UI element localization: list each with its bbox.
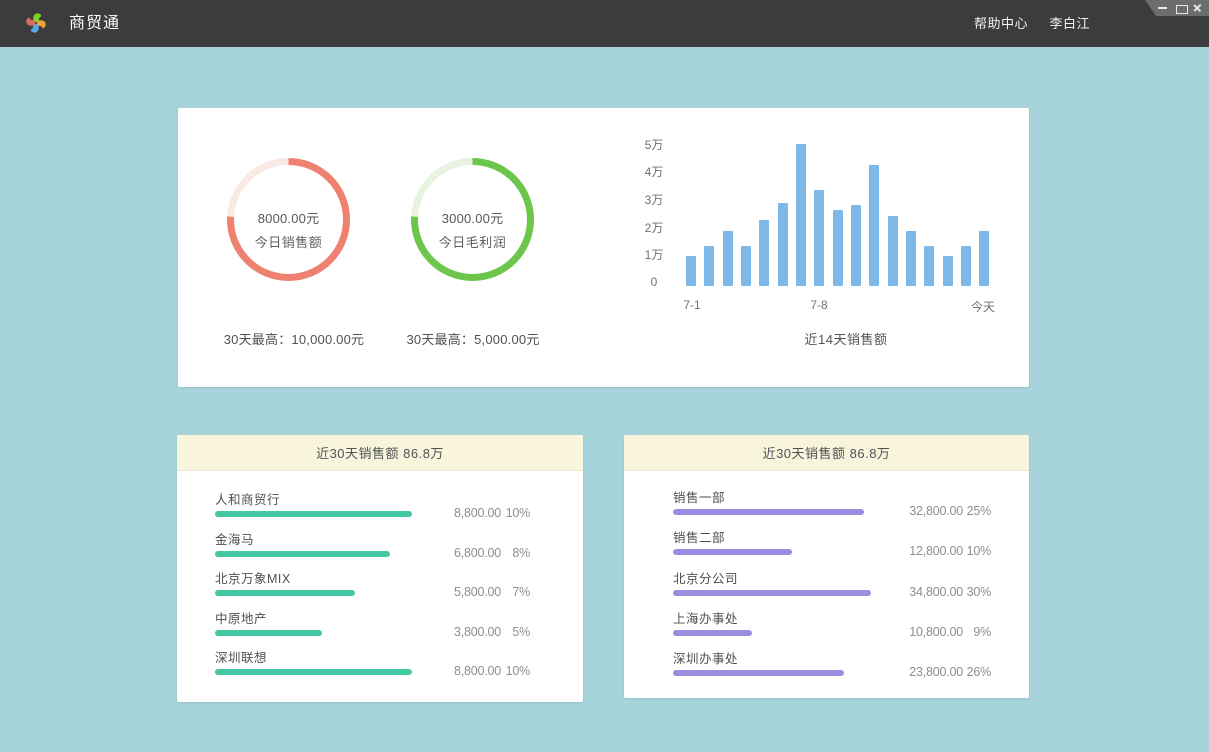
- chart-bar: [741, 246, 751, 286]
- rank-row: 金海马 6,800.00 8%: [177, 530, 583, 570]
- rank-percent: 30%: [967, 582, 991, 602]
- chart-bar: [961, 246, 971, 286]
- rank-percent: 25%: [967, 501, 991, 521]
- rank-name: 销售一部: [673, 488, 725, 508]
- rank-bar: [673, 590, 871, 596]
- rank-value: 12,800.00: [909, 541, 963, 561]
- rank-row: 人和商贸行 8,800.00 10%: [177, 490, 583, 530]
- chart-bar: [979, 231, 989, 286]
- rank-name: 销售二部: [673, 528, 725, 548]
- rank-value: 8,800.00: [454, 503, 501, 523]
- rank-name: 北京分公司: [673, 569, 738, 589]
- profit-gauge: 3000.00元 今日毛利润: [411, 158, 534, 281]
- chart-bar: [686, 256, 696, 286]
- rank-name: 深圳办事处: [673, 649, 738, 669]
- today-sales-value: 8000.00元: [227, 208, 350, 227]
- y-tick: 5万: [634, 139, 674, 151]
- chart-bar: [814, 190, 824, 286]
- rank-value: 34,800.00: [909, 582, 963, 602]
- department-rank-card: 近30天销售额 86.8万 销售一部 32,800.00 25% 销售二部 12…: [624, 435, 1029, 698]
- y-tick: 0: [634, 276, 674, 288]
- today-profit-value: 3000.00元: [411, 208, 534, 227]
- y-tick: 3万: [634, 194, 674, 206]
- x-tick-middle: 7-8: [810, 298, 827, 312]
- rank-name: 北京万象MIX: [215, 569, 291, 589]
- chart-bar: [723, 231, 733, 286]
- menu-current-user[interactable]: 李白江: [1049, 0, 1090, 47]
- rank-name: 人和商贸行: [215, 490, 280, 510]
- chart-bar: [833, 210, 843, 286]
- chart-bar: [759, 220, 769, 286]
- rank-bar: [673, 509, 864, 515]
- rank-percent: 26%: [967, 662, 991, 682]
- minimize-icon[interactable]: [1155, 0, 1171, 16]
- rank-percent: 10%: [506, 661, 530, 681]
- app-title: 商贸通: [69, 0, 120, 47]
- rank-percent: 10%: [506, 503, 530, 523]
- rank-row: 销售二部 12,800.00 10%: [624, 528, 1029, 568]
- chart-bar: [704, 246, 714, 286]
- trend-caption: 近14天销售额: [696, 329, 996, 348]
- rank-bar: [215, 669, 412, 675]
- x-tick-first: 7-1: [683, 298, 700, 312]
- app-logo-pinwheel-icon: [24, 11, 48, 35]
- rank-bar: [673, 630, 752, 636]
- rank-name: 中原地产: [215, 609, 267, 629]
- window-controls: [1145, 0, 1209, 16]
- rank-percent: 7%: [512, 582, 530, 602]
- today-profit-label: 今日毛利润: [411, 232, 534, 251]
- rank-value: 32,800.00: [909, 501, 963, 521]
- chart-bar: [796, 144, 806, 286]
- rank-value: 23,800.00: [909, 662, 963, 682]
- rank-name: 深圳联想: [215, 648, 267, 668]
- close-icon[interactable]: [1190, 0, 1206, 16]
- rank-bar: [215, 590, 355, 596]
- rank-row: 北京分公司 34,800.00 30%: [624, 569, 1029, 609]
- rank-bar: [673, 549, 792, 555]
- customer-rank-card: 近30天销售额 86.8万 人和商贸行 8,800.00 10% 金海马 6,8…: [177, 435, 583, 702]
- y-tick: 2万: [634, 222, 674, 234]
- rank-card-title: 近30天销售额 86.8万: [624, 435, 1029, 471]
- rank-name: 上海办事处: [673, 609, 738, 629]
- rank-row: 销售一部 32,800.00 25%: [624, 488, 1029, 528]
- chart-bar: [869, 165, 879, 286]
- rank-percent: 5%: [512, 622, 530, 642]
- today-sales-label: 今日销售额: [227, 232, 350, 251]
- rank-bar: [673, 670, 844, 676]
- rank-row: 上海办事处 10,800.00 9%: [624, 609, 1029, 649]
- summary-card: 8000.00元 今日销售额 30天最高：10,000.00元 3000.00元…: [178, 108, 1029, 387]
- menu-help-center[interactable]: 帮助中心: [974, 0, 1028, 47]
- y-tick: 1万: [634, 249, 674, 261]
- chart-bar: [924, 246, 934, 286]
- rank-card-title: 近30天销售额 86.8万: [177, 435, 583, 471]
- chart-bar: [943, 256, 953, 286]
- profit-30day-max: 30天最高：5,000.00元: [323, 329, 623, 348]
- rank-row: 深圳办事处 23,800.00 26%: [624, 649, 1029, 689]
- rank-name: 金海马: [215, 530, 254, 550]
- rank-percent: 10%: [967, 541, 991, 561]
- rank-bar: [215, 551, 390, 557]
- chart-bar: [778, 203, 788, 286]
- chart-bar: [906, 231, 916, 286]
- rank-value: 6,800.00: [454, 543, 501, 563]
- rank-bar: [215, 630, 322, 636]
- rank-value: 3,800.00: [454, 622, 501, 642]
- sales-gauge: 8000.00元 今日销售额: [227, 158, 350, 281]
- rank-row: 深圳联想 8,800.00 10%: [177, 648, 583, 688]
- rank-value: 10,800.00: [909, 622, 963, 642]
- x-tick-last: 今天: [971, 298, 995, 315]
- title-bar: 商贸通 帮助中心 李白江: [0, 0, 1209, 47]
- rank-percent: 8%: [512, 543, 530, 563]
- rank-row: 中原地产 3,800.00 5%: [177, 609, 583, 649]
- rank-percent: 9%: [973, 622, 991, 642]
- rank-row: 北京万象MIX 5,800.00 7%: [177, 569, 583, 609]
- rank-bar: [215, 511, 412, 517]
- y-tick: 4万: [634, 166, 674, 178]
- chart-bar: [851, 205, 861, 286]
- rank-value: 5,800.00: [454, 582, 501, 602]
- chart-bar: [888, 216, 898, 286]
- rank-value: 8,800.00: [454, 661, 501, 681]
- trend-bars: [686, 108, 998, 286]
- maximize-icon[interactable]: [1173, 0, 1189, 16]
